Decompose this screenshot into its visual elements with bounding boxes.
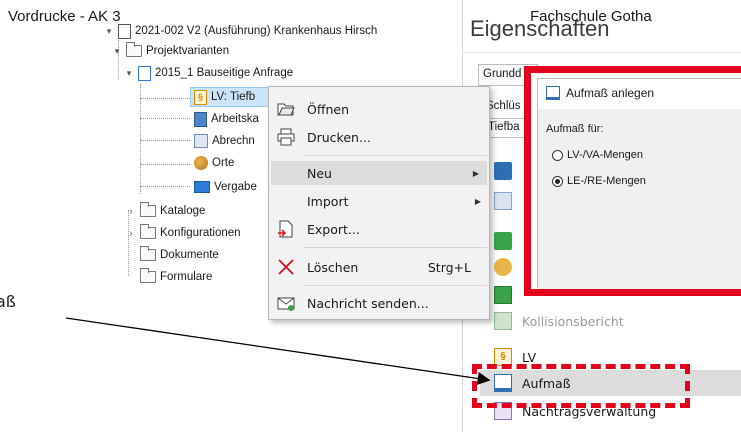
callout-arrow — [65, 317, 491, 385]
left-header-caption: Vordrucke - AK 3 — [8, 8, 121, 25]
right-header-caption: Fachschule Gotha — [530, 8, 652, 25]
